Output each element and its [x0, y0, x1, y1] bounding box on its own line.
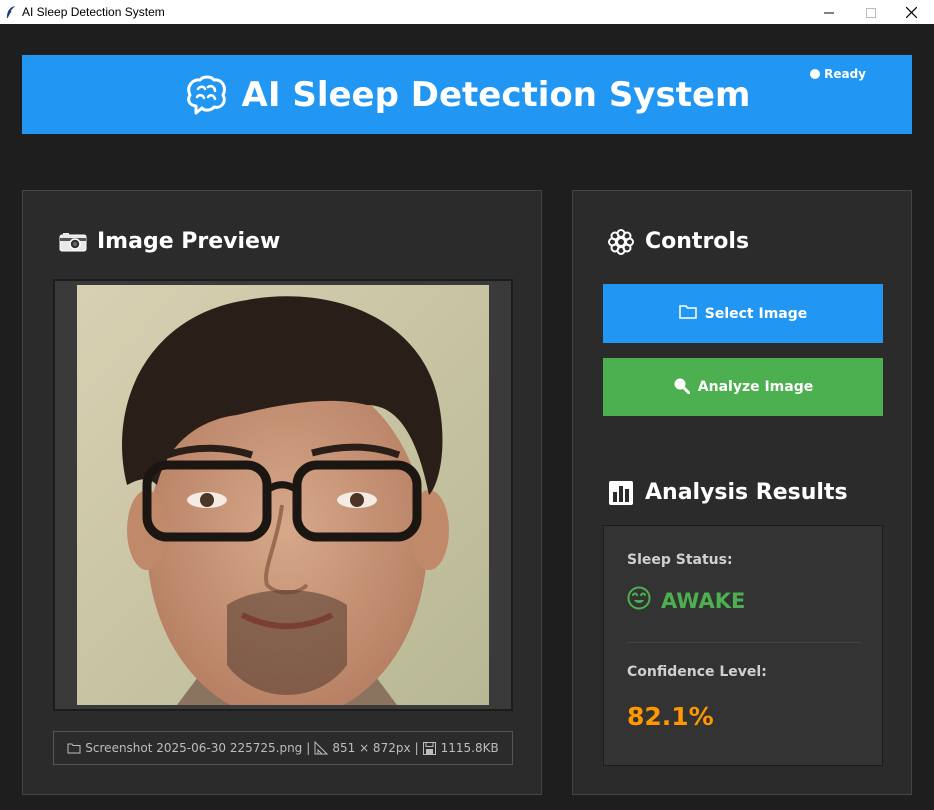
- app-title: AI Sleep Detection System: [241, 74, 751, 115]
- smile-icon: [627, 586, 651, 615]
- minimize-button[interactable]: [806, 0, 852, 24]
- select-image-label: Select Image: [704, 305, 808, 322]
- brain-icon: [184, 73, 228, 117]
- analysis-results-heading: Analysis Results: [607, 480, 848, 505]
- image-preview-frame: [53, 279, 513, 711]
- file-info-bar: Screenshot 2025-06-30 225725.png | 851 ×…: [53, 731, 513, 765]
- close-button[interactable]: [888, 0, 934, 24]
- gear-icon: [607, 228, 635, 255]
- ruler-icon: [314, 741, 329, 755]
- image-preview-title: Image Preview: [97, 229, 281, 254]
- file-size: 1115.8KB: [440, 741, 499, 755]
- image-preview-heading: Image Preview: [59, 229, 280, 254]
- folder-icon: [679, 304, 697, 323]
- file-name: Screenshot 2025-06-30 225725.png: [85, 741, 303, 755]
- controls-heading: Controls: [607, 228, 750, 255]
- image-dimensions: 851 × 872px: [332, 741, 411, 755]
- sleep-status-label: Sleep Status:: [627, 552, 733, 568]
- magnifier-icon: [673, 377, 691, 398]
- results-box: Sleep Status: AWAKE Confidence Level: 82…: [603, 525, 883, 766]
- separator: |: [414, 741, 419, 755]
- folder-icon: [67, 741, 81, 755]
- minimize-icon: [824, 3, 834, 22]
- controls-panel: Controls Select Image Analyze Image Anal…: [572, 190, 912, 795]
- status-text: Ready: [824, 67, 866, 81]
- analyze-image-button[interactable]: Analyze Image: [603, 358, 883, 416]
- controls-title: Controls: [645, 229, 750, 254]
- sleep-status: AWAKE: [627, 586, 745, 615]
- results-divider: [627, 642, 861, 643]
- analyze-image-label: Analyze Image: [697, 379, 814, 395]
- window-titlebar: AI Sleep Detection System: [0, 0, 934, 24]
- status-dot-icon: [810, 69, 821, 79]
- analysis-results-title: Analysis Results: [645, 480, 848, 505]
- separator: |: [306, 741, 311, 755]
- camera-icon: [59, 230, 87, 254]
- image-preview-panel: Image Preview Screenshot 2025-06-30 2257…: [22, 190, 542, 795]
- confidence-value: 82.1%: [627, 702, 714, 731]
- select-image-button[interactable]: Select Image: [603, 284, 883, 343]
- sleep-status-value: AWAKE: [661, 588, 746, 613]
- status-indicator: Ready: [810, 67, 866, 81]
- window-title: AI Sleep Detection System: [22, 5, 165, 19]
- bar-chart-icon: [607, 480, 635, 505]
- feather-icon: [4, 5, 18, 19]
- confidence-label: Confidence Level:: [627, 664, 767, 680]
- preview-photo: [77, 285, 489, 705]
- maximize-icon: [866, 3, 876, 22]
- save-icon: [423, 741, 437, 755]
- close-icon: [905, 3, 917, 22]
- header-banner: AI Sleep Detection System Ready: [22, 55, 912, 134]
